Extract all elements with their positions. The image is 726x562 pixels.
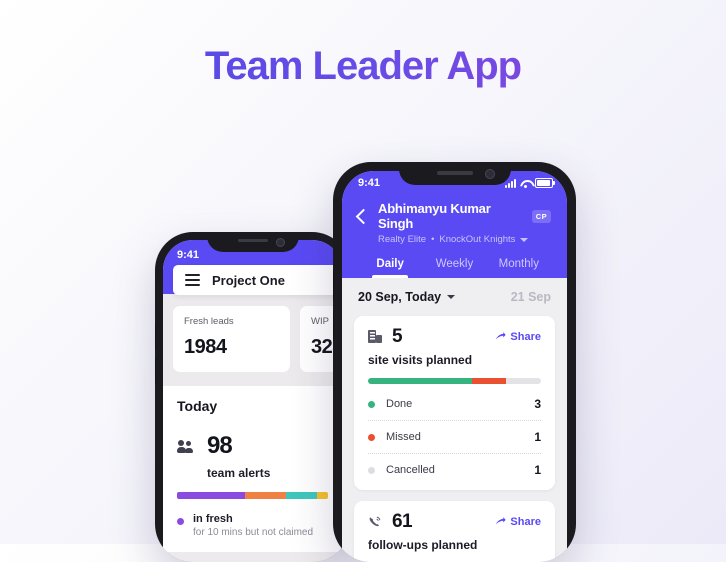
people-icon [177,440,195,454]
team-alerts-segment-bar [177,492,328,499]
legend-subtitle: for 10 mins but not claimed [193,527,314,538]
volume-down-button[interactable] [333,310,334,340]
team-alerts-legend-item: in fresh for 10 mins but not claimed [177,513,328,538]
right-phone-screen: 9:41 Abhimanyu Kumar Singh CP Realty Eli… [342,171,567,562]
card-label: site visits planned [368,353,473,367]
period-tabs: Daily Weekly Monthly [358,258,551,278]
share-arrow-icon [495,516,507,527]
earpiece-speaker [436,171,473,175]
share-label: Share [510,330,541,343]
current-date-label: 20 Sep, Today [358,290,442,304]
tab-daily[interactable]: Daily [358,258,422,278]
wifi-icon [520,179,531,188]
project-header-bar[interactable]: Project One [173,265,342,295]
follow-ups-card[interactable]: 61 Share follow-ups planned [354,501,555,562]
card-label: follow-ups planned [368,538,478,552]
right-phone-mockup: 9:41 Abhimanyu Kumar Singh CP Realty Eli… [333,162,576,562]
team-alerts-label: team alerts [207,466,271,480]
page-title: Team Leader App [0,44,726,89]
bar-segment-2 [506,378,541,384]
card-head: 5 Share [368,327,541,346]
row-label: Done [386,398,413,410]
card-progress-bar [368,378,541,384]
card-breakdown-rows: Done 3 Missed 1 Cancelled 1 [368,388,541,486]
hamburger-icon[interactable] [185,271,200,289]
front-camera [484,169,495,179]
section-title: Today [177,398,218,414]
bar-segment-1 [244,492,286,499]
bar-segment-3 [317,492,328,499]
signal-bars-icon [505,178,516,188]
team-alerts-head: 98 team alerts [177,434,328,480]
call-icon [368,515,382,529]
left-phone-notch [206,232,299,252]
row-value: 1 [534,463,541,477]
current-date-selector[interactable]: 20 Sep, Today [358,290,456,304]
table-row[interactable]: Missed 1 [368,420,541,453]
team-alerts-card[interactable]: 98 team alerts in fresh for 10 mins but … [163,424,342,552]
legend-title: in fresh [193,513,233,525]
site-visits-card[interactable]: 5 Share site visits planned Done 3 Missed 1… [354,316,555,490]
profile-name: Abhimanyu Kumar Singh [378,201,491,231]
profile-title-row: Abhimanyu Kumar Singh CP [355,201,551,231]
tab-weekly[interactable]: Weekly [422,258,486,278]
status-time: 9:41 [177,249,200,261]
separator: • [431,234,435,245]
table-row[interactable]: Done 3 [368,388,541,420]
battery-icon [535,178,555,188]
card-head: 61 Share [368,512,541,531]
right-phone-notch [398,162,511,185]
volume-up-button[interactable] [155,324,156,350]
poster-stage: Team Leader App 9:41 Project One Fresh l… [0,0,726,562]
row-label: Cancelled [386,464,435,476]
date-selector-row: 20 Sep, Today 21 Sep [342,278,567,316]
row-status-dot [368,466,375,474]
row-value: 3 [534,397,541,411]
chevron-down-icon[interactable] [447,295,456,299]
next-date-label[interactable]: 21 Sep [511,290,551,304]
profile-subtitle[interactable]: Realty Elite • KnockOut Knights [378,234,551,245]
left-phone-screen: 9:41 Project One Fresh leads 1984 WIP 32… [163,240,342,562]
volume-down-button[interactable] [155,358,156,384]
row-value: 1 [534,430,541,444]
share-label: Share [510,515,541,528]
row-status-dot [368,400,375,408]
earpiece-speaker [237,239,268,242]
share-arrow-icon [495,331,507,342]
today-section-header: Today [163,386,342,424]
share-button[interactable]: Share [495,331,541,343]
tab-monthly[interactable]: Monthly [487,258,551,278]
bar-segment-0 [177,492,245,499]
volume-up-button[interactable] [333,270,334,300]
stat-label: Fresh leads [184,316,234,327]
row-status-dot [368,433,375,441]
team-alerts-value: 98 [207,432,233,459]
bar-segment-0 [368,378,472,384]
front-camera [275,238,285,247]
stat-card-fresh-leads[interactable]: Fresh leads 1984 [173,306,290,372]
bar-segment-1 [471,378,507,384]
status-badge: CP [531,209,551,223]
status-time: 9:41 [358,177,381,189]
stat-value: 1984 [184,336,227,358]
back-chevron-icon[interactable] [355,208,372,224]
profile-header: Abhimanyu Kumar Singh CP Realty Elite • … [342,197,567,278]
card-value: 5 [392,326,403,347]
card-value: 61 [392,511,413,532]
status-icons [505,178,555,188]
legend-dot [177,518,184,525]
team-name: KnockOut Knights [439,234,516,245]
table-row[interactable]: Cancelled 1 [368,453,541,486]
org-name: Realty Elite [378,234,427,245]
project-title: Project One [212,272,285,288]
right-phone-content: 20 Sep, Today 21 Sep 5 Share site visits… [342,278,567,562]
share-button[interactable]: Share [495,516,541,528]
left-phone-mockup: 9:41 Project One Fresh leads 1984 WIP 32… [155,232,350,562]
building-icon [368,330,382,343]
left-phone-content: Fresh leads 1984 WIP 3233 Today [163,294,342,562]
chevron-down-icon[interactable] [520,237,529,242]
bar-segment-2 [285,492,318,499]
row-label: Missed [386,431,421,443]
stat-card-row: Fresh leads 1984 WIP 3233 [163,306,342,372]
